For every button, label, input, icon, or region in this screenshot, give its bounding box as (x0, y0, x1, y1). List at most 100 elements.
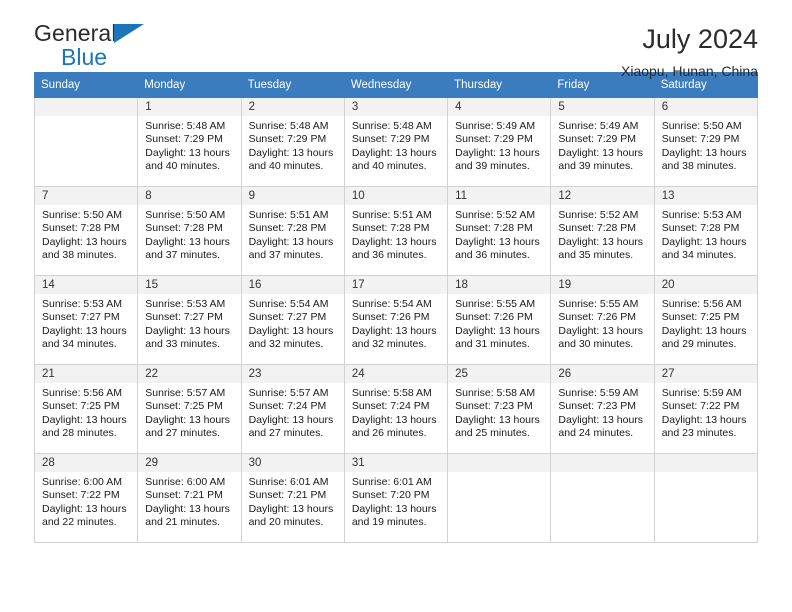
calendar-day-cell-inner (35, 98, 138, 186)
calendar-day-cell[interactable]: 10 Sunrise: 5:51 AM Sunset: 7:28 PM Dayligh… (343, 186, 449, 276)
calendar-day-cell[interactable]: 24 Sunrise: 5:58 AM Sunset: 7:24 PM Dayligh… (343, 364, 449, 454)
sunset-text: Sunset: 7:20 PM (351, 489, 430, 502)
sunrise-text: Sunrise: 6:01 AM (248, 476, 329, 488)
daylight-text-line1: Daylight: 13 hours (351, 413, 437, 426)
sunset-text: Sunset: 7:29 PM (351, 133, 430, 146)
calendar-day-cell-inner: 6 Sunrise: 5:50 AM Sunset: 7:29 PM Daylight… (654, 98, 757, 186)
calendar-day-cell[interactable]: 5 Sunrise: 5:49 AM Sunset: 7:29 PM Daylight… (550, 97, 655, 187)
calendar-day-cell[interactable]: 26 Sunrise: 5:59 AM Sunset: 7:23 PM Dayligh… (550, 364, 655, 454)
weekday-header-tuesday: Tuesday (240, 72, 345, 98)
daylight-text-line1: Daylight: 13 hours (661, 235, 747, 248)
day-number (35, 98, 138, 116)
sunset-text: Sunset: 7:28 PM (661, 222, 740, 235)
calendar-day-cell[interactable]: 3 Sunrise: 5:48 AM Sunset: 7:29 PM Daylight… (343, 97, 449, 187)
general-blue-logo[interactable]: General Blue (34, 22, 154, 70)
calendar-day-cell[interactable]: 29 Sunrise: 6:00 AM Sunset: 7:21 PM Dayligh… (137, 453, 242, 543)
calendar-day-cell[interactable]: 19 Sunrise: 5:55 AM Sunset: 7:26 PM Dayligh… (550, 275, 655, 365)
calendar-day-cell[interactable]: 2 Sunrise: 5:48 AM Sunset: 7:29 PM Daylight… (240, 97, 345, 187)
calendar-day-cell[interactable]: 13 Sunrise: 5:53 AM Sunset: 7:28 PM Dayligh… (653, 186, 759, 276)
sunset-text: Sunset: 7:25 PM (145, 400, 223, 413)
calendar-day-cell-inner: 24 Sunrise: 5:58 AM Sunset: 7:24 PM Dayligh… (344, 365, 448, 453)
calendar-day-cell-inner (551, 454, 654, 542)
calendar-day-cell[interactable]: 20 Sunrise: 5:56 AM Sunset: 7:25 PM Dayligh… (653, 275, 759, 365)
calendar-day-cell-inner: 14 Sunrise: 5:53 AM Sunset: 7:27 PM Dayligh… (35, 276, 138, 364)
sunrise-text: Sunrise: 5:49 AM (455, 120, 536, 132)
day-details: Sunrise: 5:50 AM Sunset: 7:28 PM Daylight:… (35, 205, 137, 263)
calendar-day-cell[interactable]: 7 Sunrise: 5:50 AM Sunset: 7:28 PM Daylight… (33, 186, 139, 276)
day-details: Sunrise: 5:55 AM Sunset: 7:26 PM Daylight:… (448, 294, 550, 352)
sunrise-text: Sunrise: 5:52 AM (455, 209, 536, 221)
day-number: 22 (138, 365, 241, 383)
sunrise-text: Sunrise: 5:50 AM (145, 209, 226, 221)
daylight-text-line2: and 38 minutes. (42, 249, 117, 262)
day-number: 8 (138, 187, 241, 205)
calendar-day-cell[interactable]: 25 Sunrise: 5:58 AM Sunset: 7:23 PM Dayligh… (447, 364, 552, 454)
sunrise-text: Sunrise: 5:54 AM (351, 298, 432, 310)
calendar-day-cell[interactable]: 15 Sunrise: 5:53 AM Sunset: 7:27 PM Dayligh… (137, 275, 242, 365)
sunrise-text: Sunrise: 5:55 AM (455, 298, 536, 310)
sunset-text: Sunset: 7:21 PM (145, 489, 223, 502)
calendar-day-cell[interactable]: 17 Sunrise: 5:54 AM Sunset: 7:26 PM Dayligh… (343, 275, 449, 365)
day-details: Sunrise: 5:51 AM Sunset: 7:28 PM Daylight:… (345, 205, 447, 263)
daylight-text-line1: Daylight: 13 hours (351, 324, 437, 337)
calendar-day-cell[interactable]: 16 Sunrise: 5:54 AM Sunset: 7:27 PM Dayligh… (240, 275, 345, 365)
day-number: 14 (35, 276, 138, 294)
calendar-day-cell[interactable]: 9 Sunrise: 5:51 AM Sunset: 7:28 PM Daylight… (240, 186, 345, 276)
sunset-text: Sunset: 7:28 PM (558, 222, 637, 235)
daylight-text-line1: Daylight: 13 hours (351, 502, 437, 515)
calendar-day-cell[interactable]: 30 Sunrise: 6:01 AM Sunset: 7:21 PM Dayligh… (240, 453, 345, 543)
calendar-day-cell[interactable]: 23 Sunrise: 5:57 AM Sunset: 7:24 PM Dayligh… (240, 364, 345, 454)
calendar-day-cell[interactable]: 6 Sunrise: 5:50 AM Sunset: 7:29 PM Daylight… (653, 97, 759, 187)
daylight-text-line2: and 36 minutes. (455, 249, 530, 262)
day-number: 23 (241, 365, 344, 383)
day-details: Sunrise: 5:56 AM Sunset: 7:25 PM Daylight:… (655, 294, 757, 352)
daylight-text-line1: Daylight: 13 hours (145, 413, 230, 426)
sunset-text: Sunset: 7:28 PM (145, 222, 223, 235)
calendar-page: General Blue July 2024 Xiaopu, Hunan, Ch… (0, 0, 792, 612)
day-details: Sunrise: 5:50 AM Sunset: 7:28 PM Daylight:… (138, 205, 240, 263)
day-number: 25 (448, 365, 551, 383)
daylight-text-line1: Daylight: 13 hours (248, 146, 334, 159)
calendar-day-cell[interactable]: 31 Sunrise: 6:01 AM Sunset: 7:20 PM Dayligh… (343, 453, 449, 543)
calendar-day-cell-empty (550, 453, 655, 543)
calendar-day-cell[interactable]: 8 Sunrise: 5:50 AM Sunset: 7:28 PM Daylight… (137, 186, 242, 276)
day-number: 12 (551, 187, 654, 205)
daylight-text-line2: and 26 minutes. (351, 427, 427, 440)
day-number: 28 (35, 454, 138, 472)
logo-text-blue: Blue (61, 44, 108, 70)
calendar-day-cell[interactable]: 14 Sunrise: 5:53 AM Sunset: 7:27 PM Dayligh… (33, 275, 139, 365)
sunset-text: Sunset: 7:26 PM (455, 311, 533, 324)
daylight-text-line1: Daylight: 13 hours (248, 502, 334, 515)
weekday-header-wednesday: Wednesday (343, 72, 449, 98)
calendar-day-cell-empty (653, 453, 759, 543)
sunset-text: Sunset: 7:23 PM (455, 400, 533, 413)
calendar-day-cell-inner: 28 Sunrise: 6:00 AM Sunset: 7:22 PM Dayligh… (35, 454, 138, 542)
calendar-day-cell[interactable]: 28 Sunrise: 6:00 AM Sunset: 7:22 PM Dayligh… (33, 453, 139, 543)
day-details: Sunrise: 6:01 AM Sunset: 7:21 PM Daylight:… (242, 472, 344, 530)
calendar-day-cell[interactable]: 4 Sunrise: 5:49 AM Sunset: 7:29 PM Daylight… (447, 97, 552, 187)
calendar-day-cell[interactable]: 1 Sunrise: 5:48 AM Sunset: 7:29 PM Daylight… (137, 97, 242, 187)
sunrise-text: Sunrise: 5:48 AM (145, 120, 226, 132)
daylight-text-line2: and 31 minutes. (455, 338, 530, 351)
calendar-day-cell-inner: 29 Sunrise: 6:00 AM Sunset: 7:21 PM Dayligh… (138, 454, 241, 542)
title-block: July 2024 Xiaopu, Hunan, China (621, 22, 758, 81)
calendar-day-cell[interactable]: 22 Sunrise: 5:57 AM Sunset: 7:25 PM Dayligh… (137, 364, 242, 454)
daylight-text-line1: Daylight: 13 hours (558, 235, 644, 248)
calendar-day-cell[interactable]: 21 Sunrise: 5:56 AM Sunset: 7:25 PM Dayligh… (33, 364, 139, 454)
sunset-text: Sunset: 7:27 PM (248, 311, 327, 324)
day-number: 7 (35, 187, 138, 205)
weekday-header-sunday: Sunday (33, 72, 139, 98)
calendar-day-cell-inner: 15 Sunrise: 5:53 AM Sunset: 7:27 PM Dayligh… (138, 276, 241, 364)
daylight-text-line1: Daylight: 13 hours (145, 146, 230, 159)
calendar-day-cell[interactable]: 12 Sunrise: 5:52 AM Sunset: 7:28 PM Dayligh… (550, 186, 655, 276)
daylight-text-line1: Daylight: 13 hours (351, 146, 437, 159)
calendar-day-cell[interactable]: 11 Sunrise: 5:52 AM Sunset: 7:28 PM Dayligh… (447, 186, 552, 276)
calendar-day-cell[interactable]: 27 Sunrise: 5:59 AM Sunset: 7:22 PM Dayligh… (653, 364, 759, 454)
sunset-text: Sunset: 7:26 PM (558, 311, 637, 324)
day-details: Sunrise: 5:48 AM Sunset: 7:29 PM Daylight:… (345, 116, 447, 174)
daylight-text-line1: Daylight: 13 hours (455, 146, 540, 159)
calendar-day-cell[interactable]: 18 Sunrise: 5:55 AM Sunset: 7:26 PM Dayligh… (447, 275, 552, 365)
weekday-header-thursday: Thursday (447, 72, 552, 98)
day-number: 9 (241, 187, 344, 205)
day-number: 4 (448, 98, 551, 116)
